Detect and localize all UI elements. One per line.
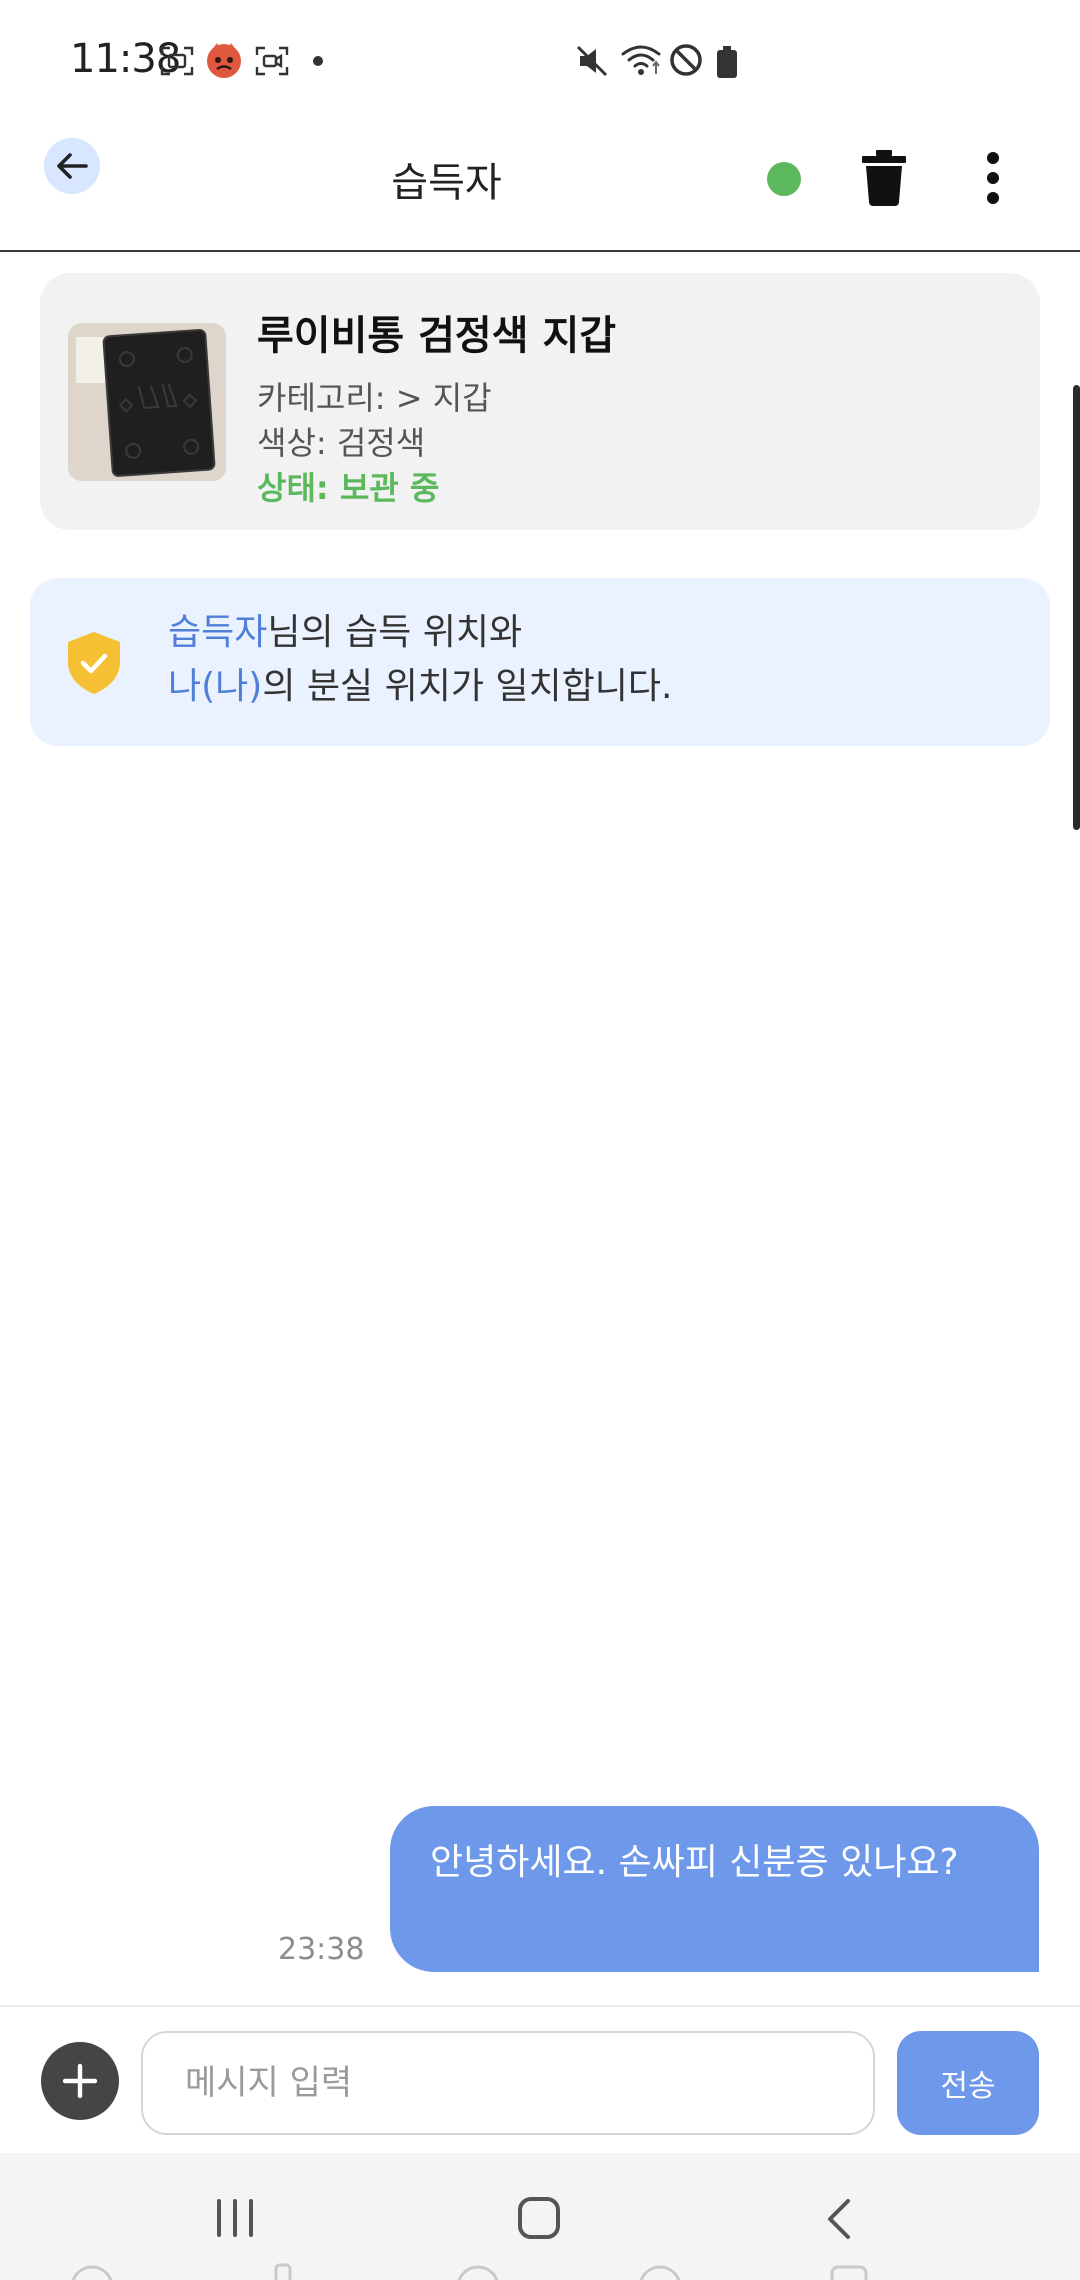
item-category: 카테고리: > 지갑 bbox=[257, 379, 492, 417]
home-button[interactable] bbox=[516, 2195, 562, 2245]
screenshot-scan-icon bbox=[160, 46, 194, 80]
message-input-bar: 전송 bbox=[0, 2005, 1080, 2155]
item-card[interactable]: 루이비통 검정색 지갑 카테고리: > 지갑 색상: 검정색 상태: 보관 중 bbox=[40, 273, 1040, 530]
attach-button[interactable] bbox=[41, 2042, 119, 2120]
owner-name: 나(나) bbox=[168, 666, 263, 707]
item-color: 색상: 검정색 bbox=[257, 424, 426, 462]
recent-apps-button[interactable] bbox=[213, 2197, 257, 2243]
status-bar: 11:38 bbox=[0, 0, 1080, 120]
mute-icon bbox=[575, 44, 609, 82]
match-notice-text: 습득자님의 습득 위치와 나(나)의 분실 위치가 일치합니다. bbox=[168, 606, 672, 714]
trash-icon bbox=[862, 150, 906, 206]
more-options-button[interactable] bbox=[978, 150, 1008, 206]
delete-chat-button[interactable] bbox=[862, 150, 906, 206]
item-status: 상태: 보관 중 bbox=[257, 469, 440, 507]
screen-record-icon bbox=[255, 46, 289, 80]
chat-partner-name: 습득자 bbox=[391, 160, 502, 206]
message-input[interactable] bbox=[141, 2031, 875, 2135]
finder-name: 습득자 bbox=[168, 612, 268, 653]
shield-check-icon bbox=[68, 632, 120, 694]
message-timestamp: 23:38 bbox=[278, 1932, 365, 1967]
scrollbar[interactable] bbox=[1073, 385, 1080, 830]
match-line1-text: 님의 습득 위치와 bbox=[267, 612, 523, 653]
item-photo bbox=[68, 323, 226, 481]
home-icon bbox=[518, 2197, 560, 2239]
online-status-dot bbox=[767, 162, 801, 196]
match-line2-text: 의 분실 위치가 일치합니다. bbox=[262, 666, 673, 707]
plus-icon bbox=[62, 2063, 98, 2099]
do-not-disturb-icon bbox=[668, 42, 704, 82]
app-mascot-icon bbox=[204, 40, 244, 84]
location-match-notice: 습득자님의 습득 위치와 나(나)의 분실 위치가 일치합니다. bbox=[30, 578, 1050, 746]
battery-icon bbox=[716, 46, 738, 82]
match-notice-line2: 나(나)의 분실 위치가 일치합니다. bbox=[168, 660, 672, 714]
sent-message-bubble[interactable]: 안녕하세요. 손싸피 신분증 있나요? bbox=[390, 1806, 1039, 1972]
chevron-left-icon bbox=[828, 2199, 850, 2239]
system-back-button[interactable] bbox=[822, 2197, 858, 2245]
send-button[interactable]: 전송 bbox=[897, 2031, 1039, 2135]
system-navigation-bar bbox=[0, 2153, 1080, 2280]
recent-apps-icon bbox=[217, 2199, 253, 2237]
notification-dot-icon bbox=[313, 56, 323, 66]
more-vertical-icon bbox=[987, 152, 999, 204]
match-notice-line1: 습득자님의 습득 위치와 bbox=[168, 606, 672, 660]
bottom-tab-bar-peek bbox=[0, 2263, 1080, 2280]
chat-header: 습득자 bbox=[0, 120, 1080, 252]
item-title: 루이비통 검정색 지갑 bbox=[257, 313, 617, 359]
wifi-icon bbox=[620, 42, 662, 82]
